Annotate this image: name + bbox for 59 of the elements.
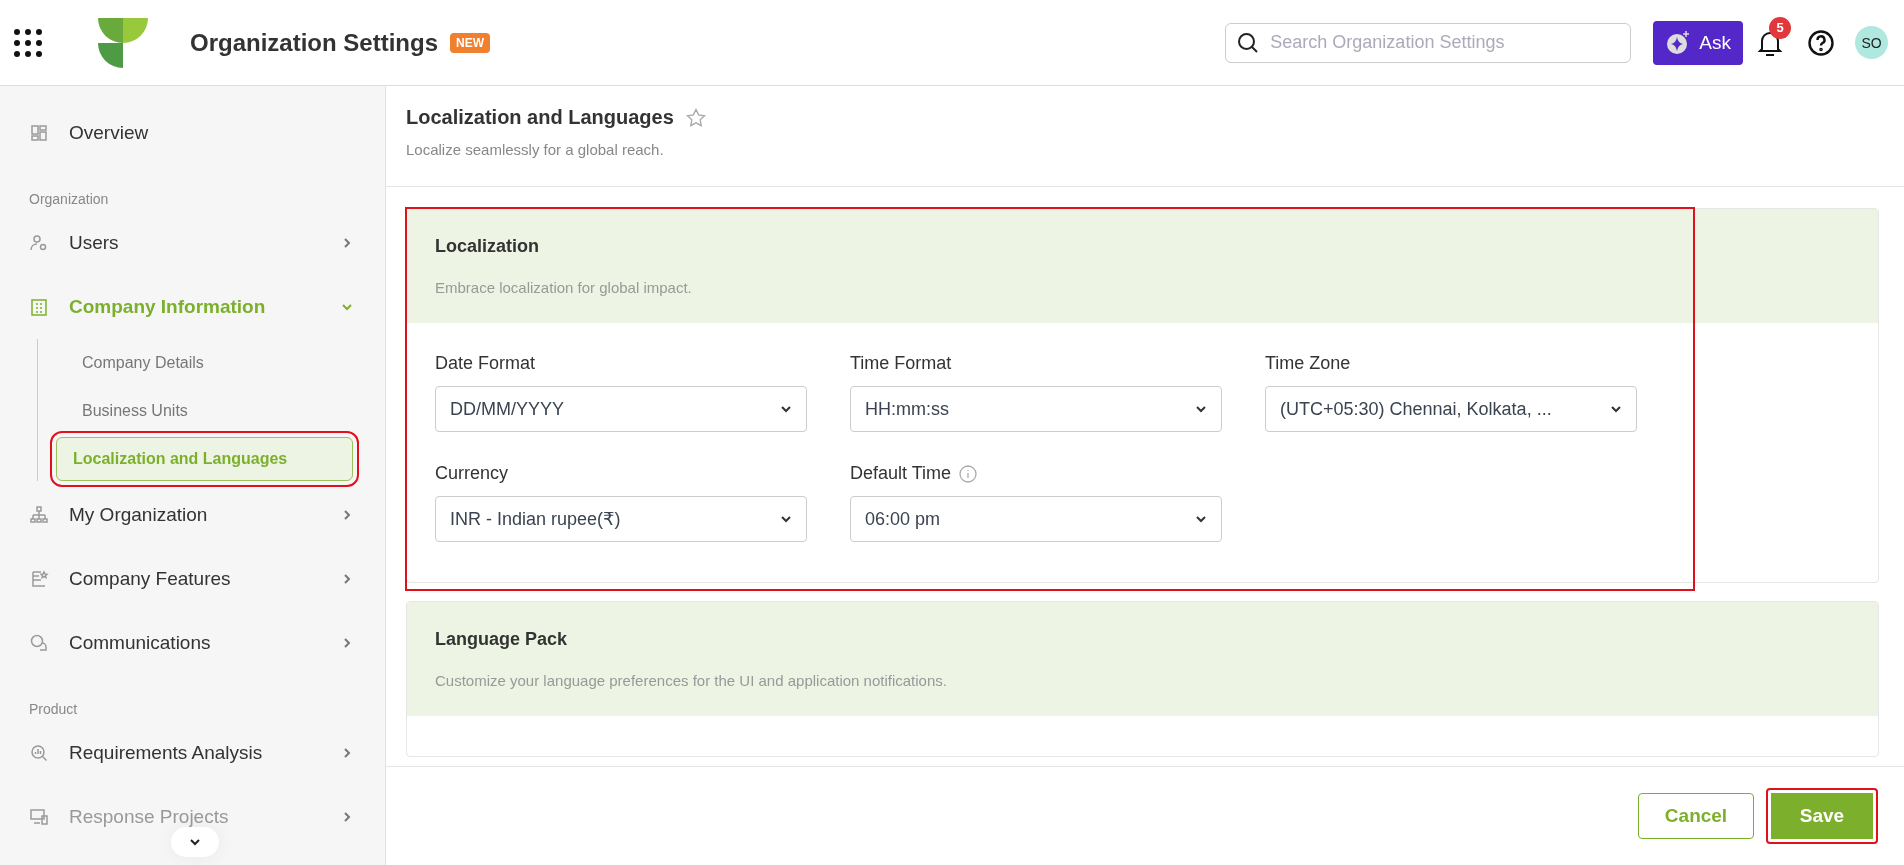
field-label: Default Time — [850, 463, 952, 484]
dropdown[interactable]: (UTC+05:30) Chennai, Kolkata, ... — [1265, 386, 1637, 432]
chat-bubbles-icon — [29, 633, 49, 653]
dropdown[interactable]: DD/MM/YYYY — [435, 386, 807, 432]
chevron-right-icon — [341, 573, 353, 585]
notification-count: 5 — [1769, 16, 1791, 39]
chevron-right-icon — [341, 237, 353, 249]
search-icon — [1237, 31, 1260, 54]
field-label: Time Format — [850, 353, 952, 374]
sparkle-icon — [1665, 29, 1692, 56]
user-avatar[interactable]: SO — [1855, 26, 1888, 59]
dropdown[interactable]: INR - Indian rupee(₹) — [435, 496, 807, 542]
org-chart-icon — [29, 505, 49, 525]
chevron-down-icon — [780, 403, 792, 415]
card-subtitle: Embrace localization for global impact. — [435, 279, 693, 296]
new-badge: NEW — [450, 32, 490, 53]
field-label: Currency — [435, 463, 509, 484]
chevron-down-icon — [1610, 403, 1622, 415]
card-subtitle: Customize your language preferences for the UI and application notifications. — [435, 672, 948, 689]
chevron-down-icon — [341, 301, 353, 313]
card-title: Localization — [435, 236, 540, 257]
field-label: Time Zone — [1265, 353, 1351, 374]
card-title: Language Pack — [435, 629, 569, 650]
dropdown[interactable]: HH:mm:ss — [850, 386, 1222, 432]
app-title: Organization Settings — [190, 28, 438, 57]
chevron-down-icon — [1195, 513, 1207, 525]
app-grid-icon[interactable] — [14, 28, 42, 57]
chevron-down-icon — [189, 836, 201, 848]
page-subtitle: Localize seamlessly for a global reach. — [406, 141, 665, 158]
sidebar-item[interactable]: Communications — [0, 611, 385, 675]
logo-icon — [98, 17, 148, 68]
sidebar-item[interactable]: Users — [0, 211, 385, 275]
list-star-icon — [29, 569, 49, 589]
star-icon[interactable] — [685, 107, 706, 128]
dashboard-icon — [29, 123, 49, 143]
search-field[interactable]: Search Organization Settings — [1225, 22, 1632, 63]
sidebar-item[interactable]: Company Features — [0, 547, 385, 611]
dropdown[interactable]: 06:00 pm — [850, 496, 1222, 542]
user-gear-icon — [29, 233, 49, 253]
sidebar-item[interactable]: Requirements Analysis — [0, 721, 385, 785]
sidebar-subitem[interactable]: Company Details — [56, 339, 353, 387]
field-label: Date Format — [435, 353, 536, 374]
ask-button[interactable]: Ask — [1653, 20, 1743, 65]
sidebar-section-label: Organization — [28, 190, 110, 209]
sidebar-item[interactable]: My Organization — [0, 483, 385, 547]
building-icon — [29, 297, 49, 317]
sidebar-section-label: Product — [28, 700, 79, 719]
chevron-right-icon — [341, 811, 353, 823]
chevron-right-icon — [341, 637, 353, 649]
chevron-down-icon — [780, 513, 792, 525]
sidebar-subitem[interactable]: Business Units — [56, 387, 353, 435]
help-icon[interactable] — [1807, 28, 1835, 57]
magnifier-chart-icon — [29, 743, 49, 763]
page-title: Localization and Languages — [406, 106, 674, 129]
chevron-right-icon — [341, 747, 353, 759]
sidebar-item[interactable]: Overview — [0, 101, 385, 165]
devices-icon — [29, 807, 49, 827]
chevron-right-icon — [341, 509, 353, 521]
chevron-down-icon — [1195, 403, 1207, 415]
